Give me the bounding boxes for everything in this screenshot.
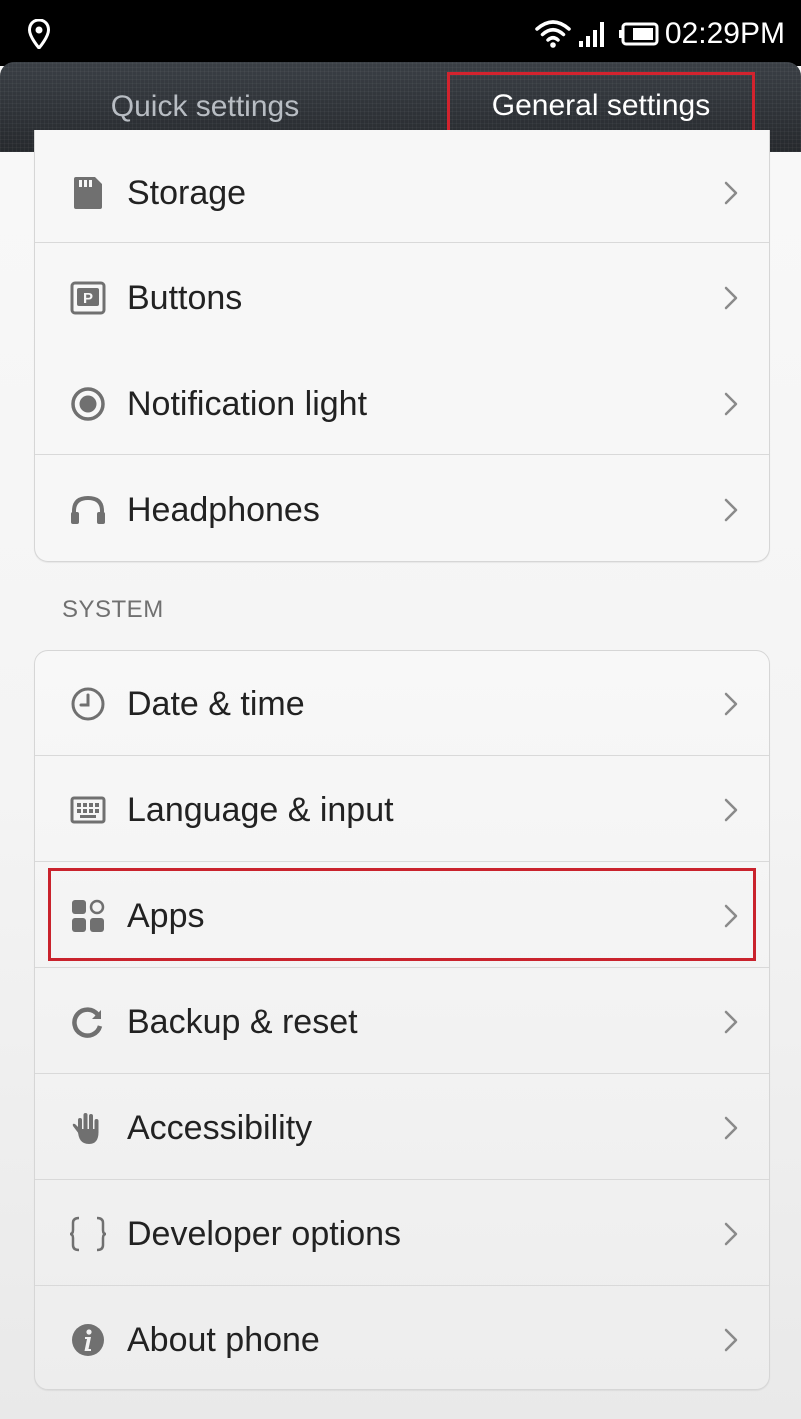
chevron-right-icon (724, 1116, 738, 1140)
settings-item-label: Language & input (127, 790, 394, 829)
settings-item-developer-options[interactable]: Developer options (35, 1181, 769, 1287)
settings-screen: 02:29PM Quick settings General settings … (0, 0, 801, 1419)
signal-icon (578, 22, 604, 47)
settings-item-label: About phone (127, 1320, 320, 1359)
backup-reset-icon (69, 1003, 107, 1041)
settings-item-label: Accessibility (127, 1108, 313, 1147)
battery-icon (618, 22, 659, 46)
system-settings-card: Date & time Language & input Apps Backup… (34, 650, 770, 1390)
settings-item-label: Notification light (127, 384, 368, 423)
settings-item-backup-reset[interactable]: Backup & reset (35, 969, 769, 1075)
divider (35, 967, 769, 968)
section-header-system: SYSTEM (62, 596, 164, 623)
settings-item-language-input[interactable]: Language & input (35, 757, 769, 863)
divider (35, 242, 769, 243)
device-settings-card: Storage P Buttons Notification light Hea… (34, 130, 770, 562)
chevron-right-icon (724, 1010, 738, 1034)
apps-highlight-box (48, 868, 756, 961)
wifi-icon (535, 20, 571, 48)
settings-item-date-time[interactable]: Date & time (35, 651, 769, 757)
settings-item-accessibility[interactable]: Accessibility (35, 1075, 769, 1181)
divider (35, 1285, 769, 1286)
chevron-right-icon (724, 1222, 738, 1246)
chevron-right-icon (724, 1328, 738, 1352)
location-pin-icon (28, 19, 50, 49)
settings-item-buttons[interactable]: P Buttons (35, 245, 769, 351)
headphones-icon (69, 491, 107, 529)
keyboard-icon (69, 791, 107, 829)
settings-item-label: Date & time (127, 684, 305, 723)
notification-light-icon (69, 385, 107, 423)
status-time: 02:29PM (664, 17, 785, 50)
settings-item-notification-light[interactable]: Notification light (35, 351, 769, 457)
chevron-right-icon (724, 692, 738, 716)
divider (35, 861, 769, 862)
settings-item-label: Developer options (127, 1214, 402, 1253)
settings-item-label: Headphones (127, 490, 320, 529)
button-p-icon: P (69, 279, 107, 317)
chevron-right-icon (724, 181, 738, 205)
divider (35, 1073, 769, 1074)
settings-item-headphones[interactable]: Headphones (35, 457, 769, 563)
divider (35, 1179, 769, 1180)
chevron-right-icon (724, 286, 738, 310)
hand-icon (69, 1109, 107, 1147)
chevron-right-icon (724, 798, 738, 822)
status-bar: 02:29PM (0, 0, 801, 66)
settings-item-label: Backup & reset (127, 1002, 358, 1041)
sd-card-icon (69, 174, 107, 212)
divider (35, 755, 769, 756)
svg-text:P: P (83, 290, 93, 307)
clock-icon (69, 685, 107, 723)
info-icon (69, 1321, 107, 1359)
divider (35, 454, 769, 455)
settings-item-about-phone[interactable]: About phone (35, 1287, 769, 1393)
settings-item-storage[interactable]: Storage (35, 140, 769, 246)
chevron-right-icon (724, 392, 738, 416)
settings-item-label: Storage (127, 173, 247, 212)
settings-item-label: Buttons (127, 278, 243, 317)
chevron-right-icon (724, 498, 738, 522)
braces-icon (69, 1215, 107, 1253)
